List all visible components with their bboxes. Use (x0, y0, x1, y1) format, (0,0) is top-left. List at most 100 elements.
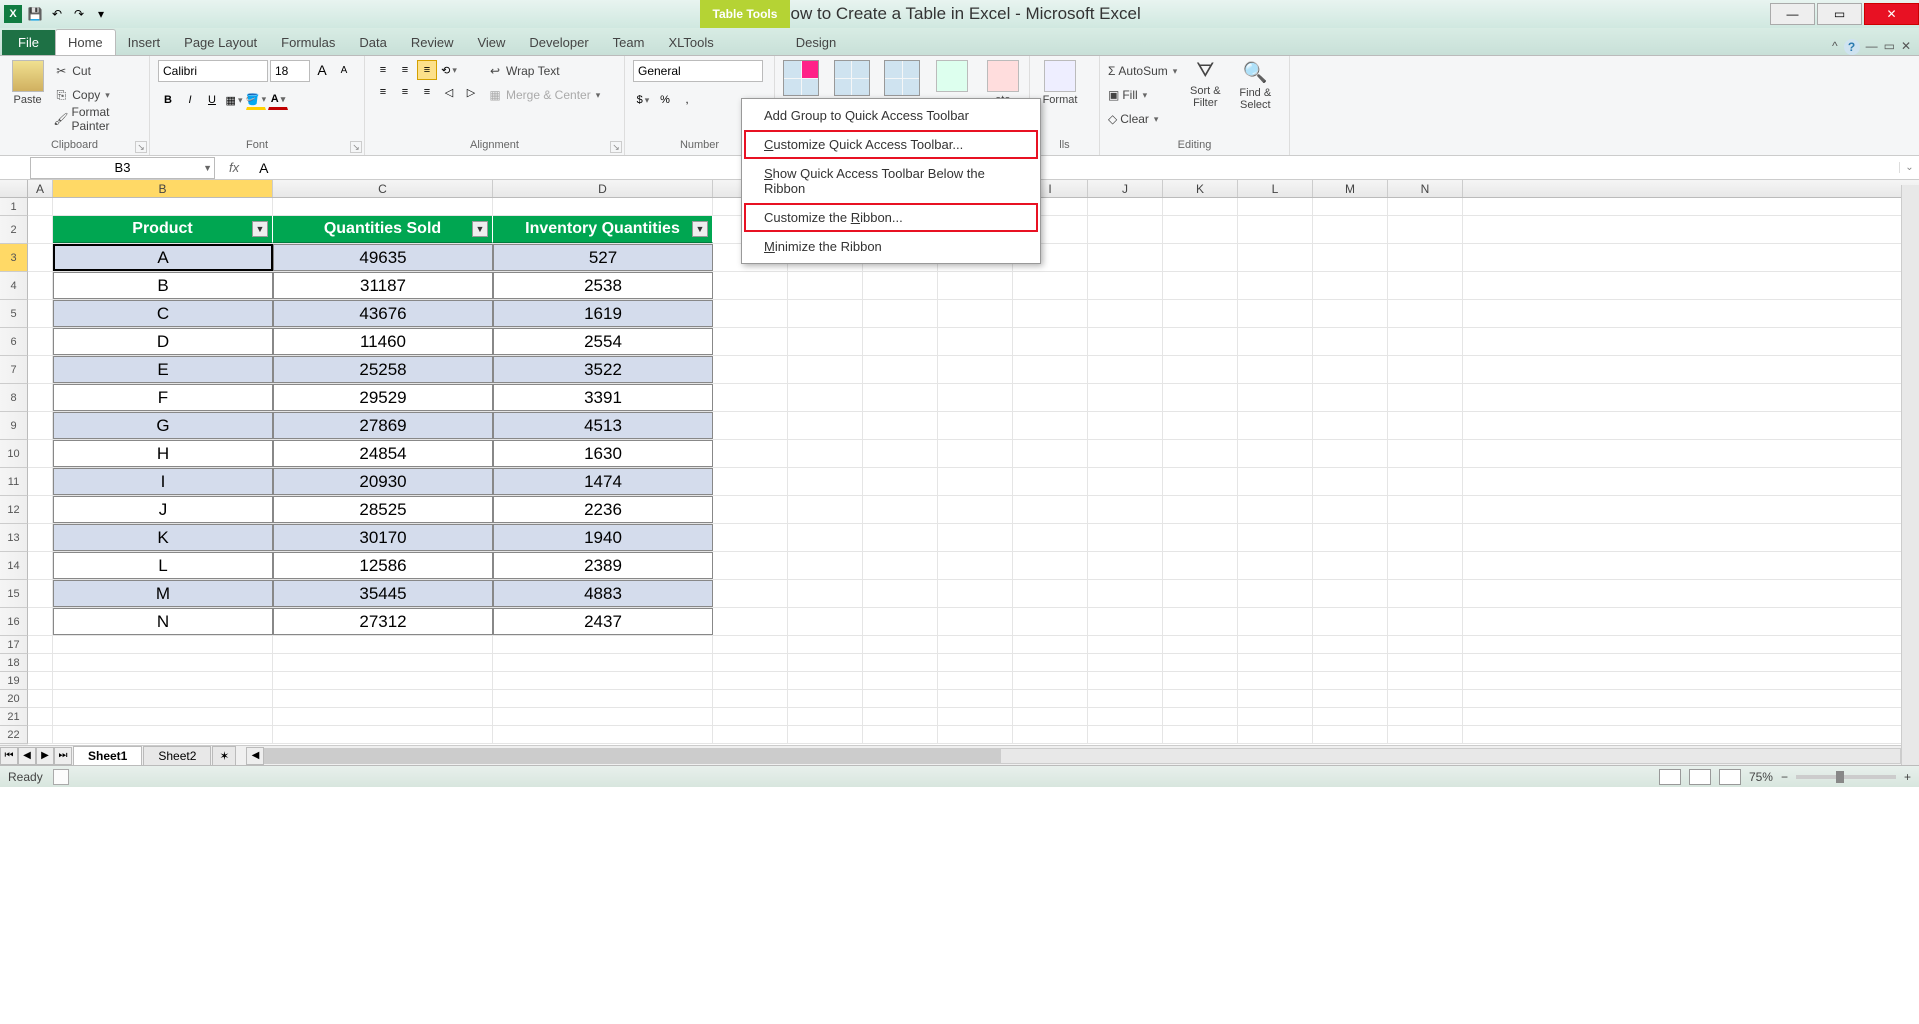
cell[interactable] (788, 552, 863, 579)
cell[interactable]: L (53, 552, 273, 579)
sheet-prev-icon[interactable]: ◀ (18, 747, 36, 765)
page-layout-view-icon[interactable] (1689, 769, 1711, 785)
cell[interactable] (863, 356, 938, 383)
cell[interactable]: E (53, 356, 273, 383)
cell[interactable] (1313, 726, 1388, 743)
hscroll-left-icon[interactable]: ◀ (246, 747, 264, 765)
cell[interactable] (1313, 328, 1388, 355)
font-name-input[interactable] (158, 60, 268, 82)
cell[interactable] (1313, 384, 1388, 411)
cell[interactable] (1388, 440, 1463, 467)
cell[interactable] (788, 726, 863, 743)
cell[interactable] (1088, 608, 1163, 635)
cell[interactable] (1013, 468, 1088, 495)
cell[interactable] (53, 654, 273, 671)
cell[interactable] (1238, 468, 1313, 495)
ctx-minimize-ribbon[interactable]: Minimize the Ribbon (744, 232, 1038, 261)
cell[interactable] (1388, 726, 1463, 743)
format-as-table-button[interactable] (833, 60, 869, 96)
cell[interactable]: 27869 (273, 412, 493, 439)
sheet-last-icon[interactable]: ⏭ (54, 747, 72, 765)
cell[interactable]: 28525 (273, 496, 493, 523)
cell[interactable] (1088, 580, 1163, 607)
cell[interactable]: 31187 (273, 272, 493, 299)
cell[interactable] (788, 300, 863, 327)
cell[interactable] (273, 636, 493, 653)
cell[interactable] (493, 654, 713, 671)
filter-dropdown-icon[interactable]: ▼ (472, 221, 488, 237)
bold-button[interactable]: B (158, 90, 178, 110)
cell[interactable] (1163, 356, 1238, 383)
cell[interactable] (788, 440, 863, 467)
cell[interactable] (1088, 272, 1163, 299)
cell[interactable] (1388, 524, 1463, 551)
cell[interactable] (1313, 608, 1388, 635)
col-header-B[interactable]: B (53, 180, 273, 197)
cell[interactable]: 527 (493, 244, 713, 271)
row-header[interactable]: 15 (0, 580, 28, 608)
cell[interactable] (1388, 690, 1463, 707)
row-header[interactable]: 2 (0, 216, 28, 244)
cell[interactable]: N (53, 608, 273, 635)
cell[interactable] (28, 272, 53, 299)
cell[interactable] (938, 412, 1013, 439)
close-button[interactable]: ✕ (1864, 3, 1919, 25)
cell[interactable] (493, 708, 713, 725)
cell[interactable] (1238, 608, 1313, 635)
cell[interactable] (1013, 690, 1088, 707)
indent-inc-icon[interactable]: ▷ (461, 82, 481, 102)
italic-button[interactable]: I (180, 90, 200, 110)
cell[interactable]: 11460 (273, 328, 493, 355)
col-header-J[interactable]: J (1088, 180, 1163, 197)
help-icon[interactable]: ? (1844, 39, 1860, 55)
cell[interactable] (273, 708, 493, 725)
sheet-next-icon[interactable]: ▶ (36, 747, 54, 765)
formula-input[interactable]: A (253, 160, 1899, 176)
save-icon[interactable]: 💾 (26, 5, 44, 23)
cell[interactable] (1088, 356, 1163, 383)
cell[interactable] (1088, 412, 1163, 439)
cell[interactable] (1238, 216, 1313, 243)
font-color-button[interactable]: A (268, 90, 288, 110)
cell[interactable] (1013, 672, 1088, 689)
cell[interactable] (938, 300, 1013, 327)
cell[interactable] (1313, 216, 1388, 243)
cell[interactable] (713, 272, 788, 299)
row-header[interactable]: 17 (0, 636, 28, 654)
cell[interactable] (1313, 440, 1388, 467)
cell[interactable] (938, 690, 1013, 707)
cell[interactable] (28, 524, 53, 551)
ribbon-min-icon[interactable]: — (1866, 39, 1878, 55)
cell[interactable] (1163, 328, 1238, 355)
cell[interactable] (273, 726, 493, 743)
paste-button[interactable]: Paste (8, 60, 47, 106)
cell[interactable] (1088, 636, 1163, 653)
cell[interactable] (788, 708, 863, 725)
cell[interactable] (1388, 198, 1463, 215)
cell[interactable] (1313, 468, 1388, 495)
cell[interactable] (1163, 608, 1238, 635)
orientation-icon[interactable]: ⟲ (439, 60, 459, 80)
new-sheet-icon[interactable]: ✶ (212, 746, 236, 765)
restore-workbook-icon[interactable]: ▭ (1884, 39, 1895, 55)
cell[interactable] (1388, 356, 1463, 383)
cell[interactable] (863, 726, 938, 743)
cell[interactable] (28, 468, 53, 495)
cell[interactable] (28, 216, 53, 243)
row-header[interactable]: 10 (0, 440, 28, 468)
cell[interactable] (493, 690, 713, 707)
find-select-button[interactable]: 🔍Find & Select (1233, 60, 1277, 111)
cell[interactable] (938, 580, 1013, 607)
cell[interactable]: 1619 (493, 300, 713, 327)
cell[interactable] (1388, 300, 1463, 327)
select-all-corner[interactable] (0, 180, 28, 197)
cell[interactable] (1313, 496, 1388, 523)
tab-developer[interactable]: Developer (517, 30, 600, 55)
ctx-customize-qat[interactable]: Customize Quick Access Toolbar... (744, 130, 1038, 159)
close-workbook-icon[interactable]: ✕ (1901, 39, 1911, 55)
cell[interactable] (938, 384, 1013, 411)
cell[interactable] (788, 384, 863, 411)
cell[interactable] (1163, 690, 1238, 707)
cell[interactable] (1238, 496, 1313, 523)
cell[interactable] (1163, 244, 1238, 271)
